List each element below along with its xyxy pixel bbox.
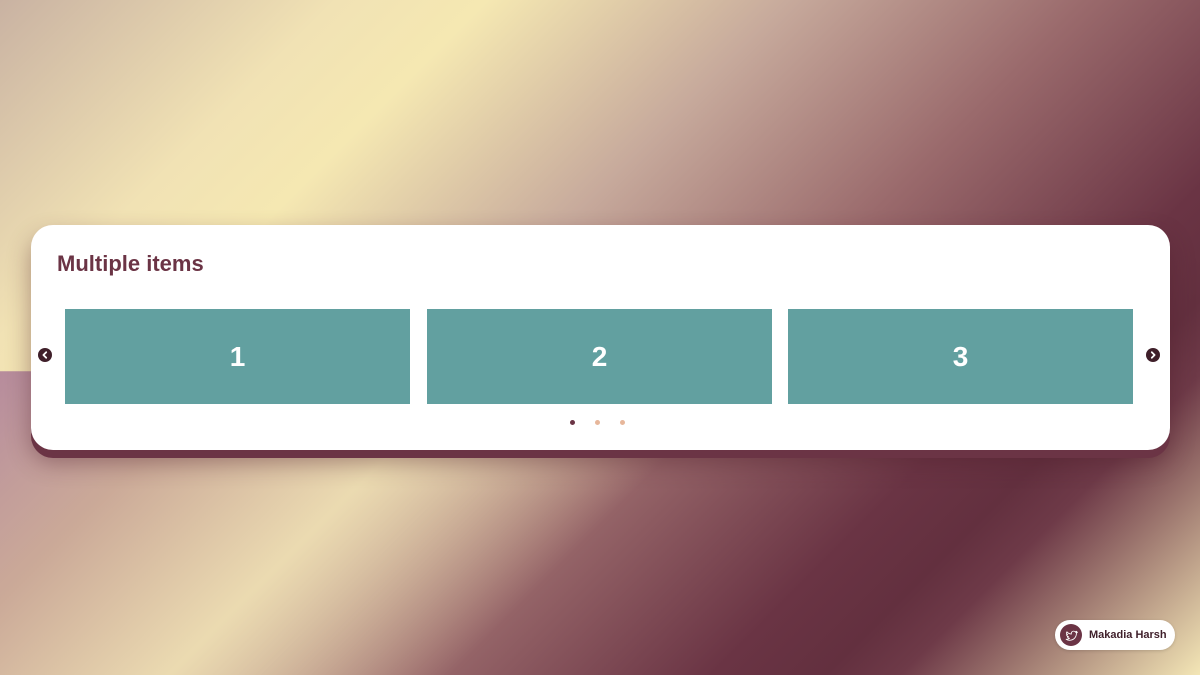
- carousel-slide-2: 2: [427, 309, 772, 404]
- prev-arrow-button[interactable]: [38, 348, 52, 362]
- author-credit-badge[interactable]: Makadia Harsh: [1055, 620, 1175, 650]
- chevron-right-icon: [1150, 351, 1156, 359]
- carousel-card: Multiple items 1 2 3: [31, 225, 1170, 450]
- carousel-dot-2[interactable]: [595, 420, 600, 425]
- author-name: Makadia Harsh: [1089, 629, 1167, 641]
- carousel-slide-3: 3: [788, 309, 1133, 404]
- chevron-left-icon: [42, 351, 48, 359]
- carousel-title: Multiple items: [57, 251, 204, 276]
- carousel-dot-1[interactable]: [570, 420, 575, 425]
- slide-label: 2: [591, 340, 608, 372]
- twitter-bird-icon: [1060, 624, 1082, 646]
- carousel-dots: [570, 420, 625, 425]
- slide-label: 1: [229, 340, 246, 372]
- next-arrow-button[interactable]: [1146, 348, 1160, 362]
- slide-label: 3: [952, 340, 969, 372]
- carousel-slide-1: 1: [65, 309, 410, 404]
- carousel-dot-3[interactable]: [620, 420, 625, 425]
